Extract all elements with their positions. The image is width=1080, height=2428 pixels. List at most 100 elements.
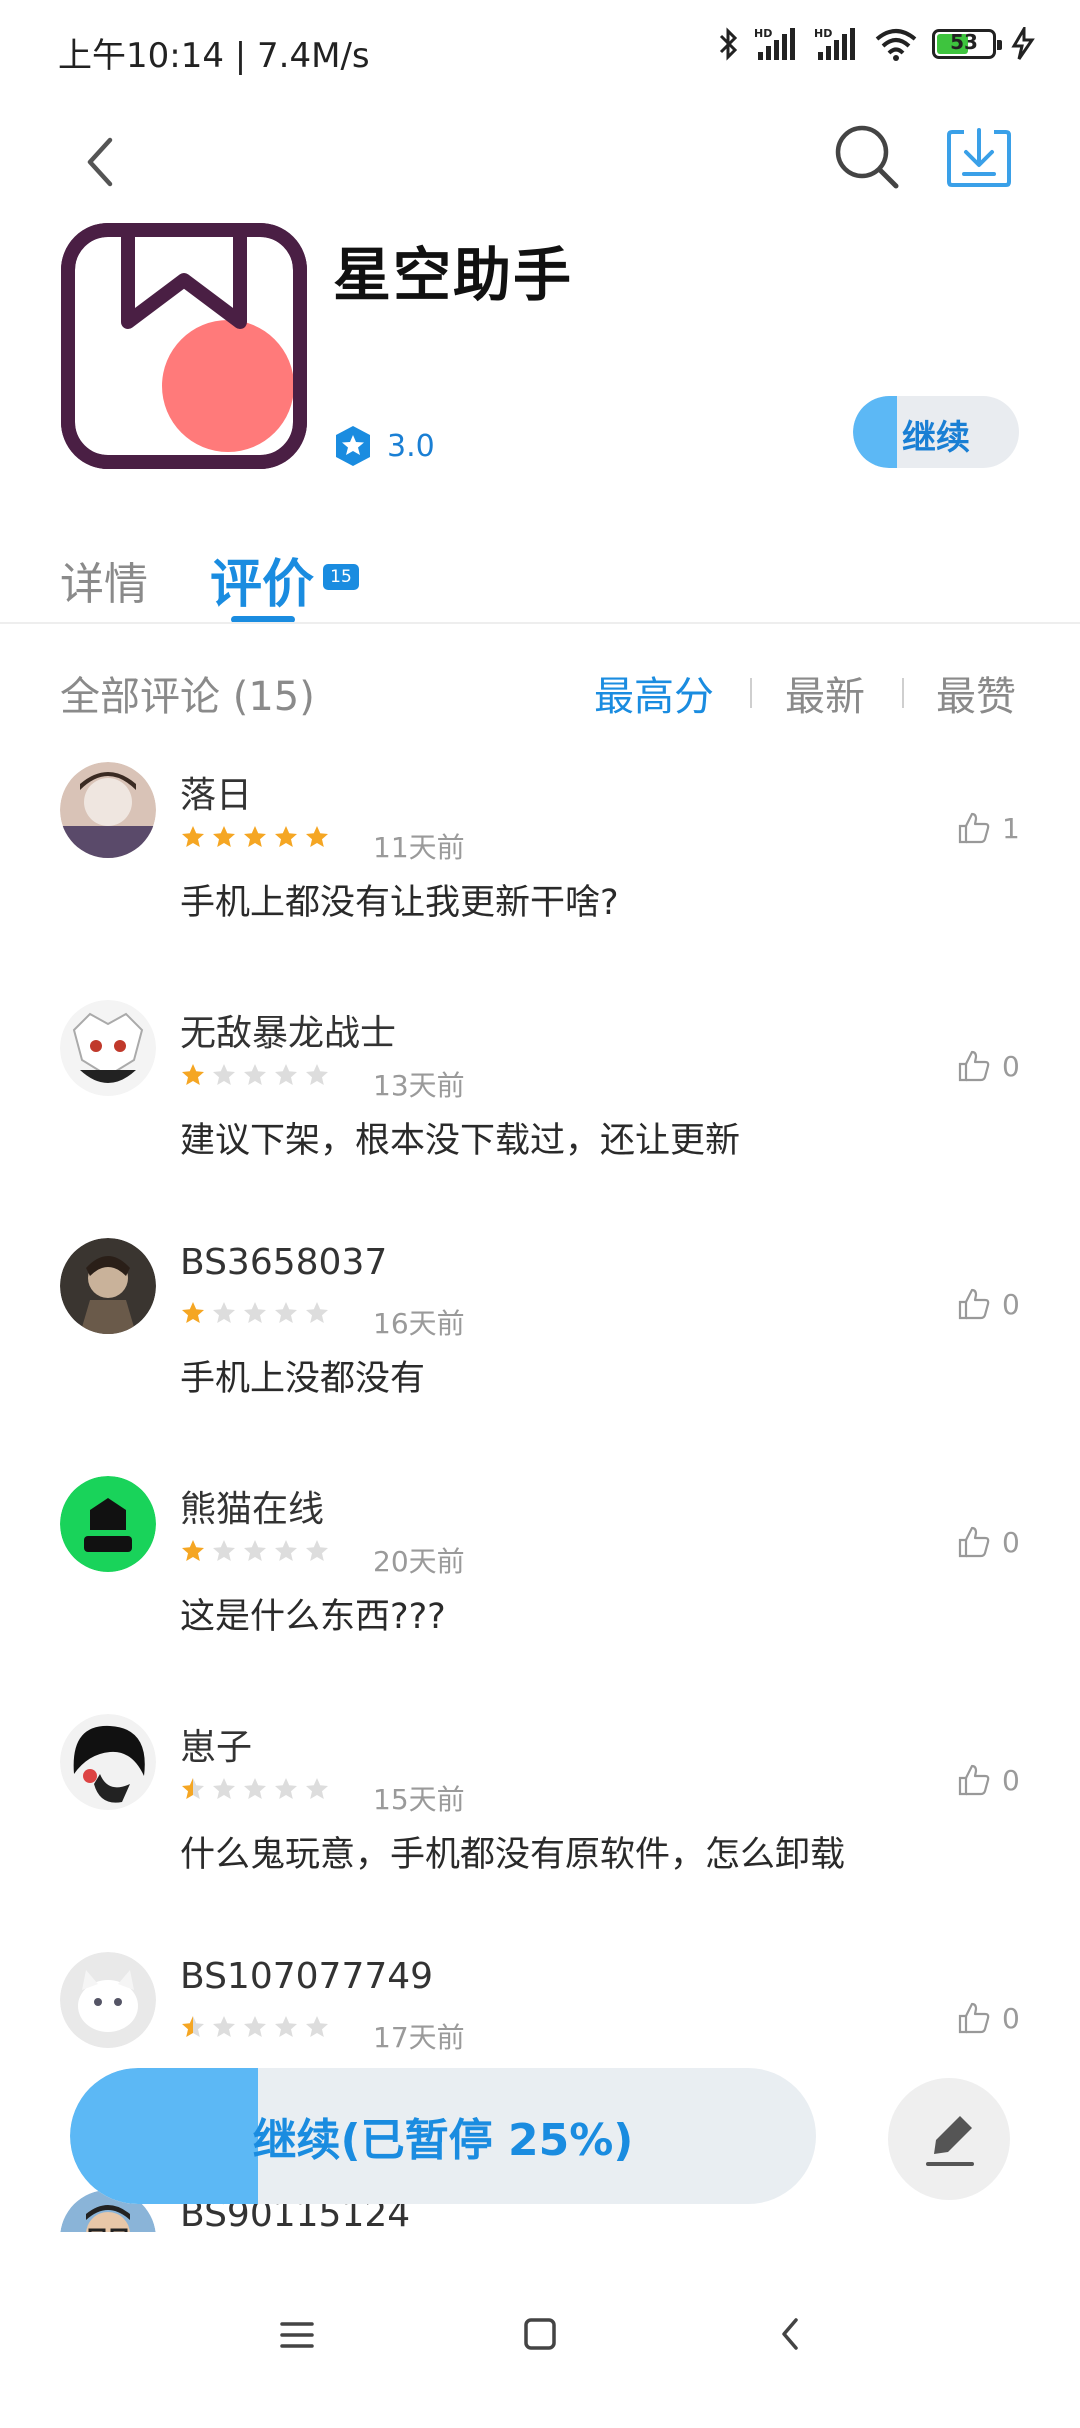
status-icons: HD HD 53 xyxy=(718,26,1036,62)
like-count: 0 xyxy=(1002,1287,1020,1321)
thumbs-up-icon xyxy=(958,1526,990,1558)
avatar[interactable] xyxy=(60,1714,156,1810)
svg-text:HD: HD xyxy=(814,27,832,40)
review-text: 这是什么东西??? xyxy=(180,1597,446,1637)
status-time: 上午10:14 | 7.4M/s xyxy=(58,36,370,76)
rating-value: 3.0 xyxy=(387,428,435,464)
status-bar: 上午10:14 | 7.4M/s HD HD 53 xyxy=(0,0,1080,100)
thumbs-up-icon xyxy=(958,1288,990,1320)
star-rating xyxy=(180,824,330,854)
star-icon xyxy=(304,2014,330,2044)
like-button[interactable]: 1 xyxy=(956,810,1020,846)
star-icon xyxy=(242,824,268,854)
like-count: 0 xyxy=(1002,1763,1020,1797)
continue-paused-label: 继续(已暂停 25%) xyxy=(252,2115,634,2166)
review-item[interactable]: 崽子 15天前 什么鬼玩意，手机都没有原软件，怎么卸载 0 xyxy=(0,1714,1080,1952)
back-button[interactable] xyxy=(60,118,150,208)
review-date: 11天前 xyxy=(373,831,465,864)
download-manager-button[interactable] xyxy=(934,112,1024,202)
nav-home-button[interactable] xyxy=(512,2306,568,2362)
charging-icon xyxy=(1011,27,1035,60)
review-author: BS107077749 xyxy=(180,1956,434,1997)
star-icon xyxy=(273,1062,299,1092)
app-name: 星空助手 xyxy=(333,241,574,309)
review-date: 17天前 xyxy=(373,2021,465,2054)
svg-text:HD: HD xyxy=(754,27,772,40)
review-item[interactable]: 落日 11天前 手机上都没有让我更新干啥? 1 xyxy=(0,762,1080,1000)
tabs-divider xyxy=(0,622,1080,624)
sort-separator xyxy=(750,678,752,708)
avatar[interactable] xyxy=(60,1952,156,2048)
review-date: 15天前 xyxy=(373,1783,465,1816)
avatar[interactable] xyxy=(60,1238,156,1334)
like-button[interactable]: 0 xyxy=(956,1286,1020,1322)
continue-download-button[interactable]: 继续 xyxy=(853,396,1019,468)
like-count: 1 xyxy=(1002,811,1020,845)
star-icon xyxy=(180,1538,206,1568)
review-author: 无敌暴龙战士 xyxy=(180,1013,397,1054)
star-rating xyxy=(180,1776,330,1806)
sort-most-liked[interactable]: 最赞 xyxy=(936,664,1016,722)
star-icon xyxy=(273,2014,299,2044)
like-count: 0 xyxy=(1002,1049,1020,1083)
sort-newest[interactable]: 最新 xyxy=(785,664,865,722)
star-icon xyxy=(304,1062,330,1092)
wifi-icon xyxy=(875,29,917,61)
star-icon xyxy=(304,1538,330,1568)
nav-recents-button[interactable] xyxy=(272,2310,322,2360)
star-icon xyxy=(273,1300,299,1330)
star-rating xyxy=(180,2014,330,2044)
like-count: 0 xyxy=(1002,2001,1020,2035)
download-icon xyxy=(947,128,1011,187)
star-icon xyxy=(180,1300,206,1330)
like-button[interactable]: 0 xyxy=(956,1524,1020,1560)
star-icon xyxy=(242,1538,268,1568)
battery-level: 53 xyxy=(950,30,978,54)
sort-highest-rated[interactable]: 最高分 xyxy=(594,664,714,722)
star-icon xyxy=(273,1538,299,1568)
search-button[interactable] xyxy=(822,112,912,202)
review-text: 手机上没都没有 xyxy=(180,1359,426,1399)
review-item[interactable]: 无敌暴龙战士 13天前 建议下架，根本没下载过，还让更新 0 xyxy=(0,1000,1080,1238)
avatar[interactable] xyxy=(60,1000,156,1096)
review-text: 什么鬼玩意，手机都没有原软件，怎么卸载 xyxy=(180,1835,846,1875)
star-rating xyxy=(180,1538,330,1568)
like-button[interactable]: 0 xyxy=(956,2000,1020,2036)
review-date: 16天前 xyxy=(373,1307,465,1340)
app-icon xyxy=(60,222,308,470)
review-author: BS3658037 xyxy=(180,1242,388,1283)
star-icon xyxy=(273,1776,299,1806)
back-triangle-icon xyxy=(782,2318,798,2350)
star-rating xyxy=(180,1062,330,1092)
write-review-button[interactable] xyxy=(888,2078,1010,2200)
tab-detail[interactable]: 详情 xyxy=(60,548,148,612)
star-icon xyxy=(242,1300,268,1330)
review-item[interactable]: BS3658037 16天前手机上没都没有 0 xyxy=(0,1238,1080,1476)
star-icon xyxy=(180,1776,206,1806)
continue-paused-button[interactable]: 继续(已暂停 25%) xyxy=(70,2068,816,2204)
thumbs-up-icon xyxy=(958,812,990,844)
continue-label: 继续 xyxy=(902,418,970,458)
star-icon xyxy=(242,2014,268,2044)
rating-badge-icon xyxy=(336,426,370,466)
edit-icon xyxy=(926,2116,974,2166)
like-button[interactable]: 0 xyxy=(956,1762,1020,1798)
list-clip xyxy=(0,2232,1080,2268)
like-button[interactable]: 0 xyxy=(956,1048,1020,1084)
avatar[interactable] xyxy=(60,762,156,858)
star-icon xyxy=(211,1776,237,1806)
chevron-left-icon xyxy=(87,137,113,187)
thumbs-up-icon xyxy=(958,1050,990,1082)
battery-icon: 53 xyxy=(932,29,1002,59)
nav-back-button[interactable] xyxy=(762,2306,818,2362)
tab-review[interactable]: 评价 xyxy=(210,542,314,617)
thumbs-up-icon xyxy=(958,2002,990,2034)
star-icon xyxy=(180,2014,206,2044)
review-item[interactable]: 熊猫在线 20天前 这是什么东西??? 0 xyxy=(0,1476,1080,1714)
star-icon xyxy=(211,824,237,854)
avatar[interactable] xyxy=(60,1476,156,1572)
home-square-icon xyxy=(524,2318,556,2350)
star-icon xyxy=(211,1062,237,1092)
review-date: 20天前 xyxy=(373,1545,465,1578)
review-text: 建议下架，根本没下载过，还让更新 xyxy=(180,1121,741,1161)
